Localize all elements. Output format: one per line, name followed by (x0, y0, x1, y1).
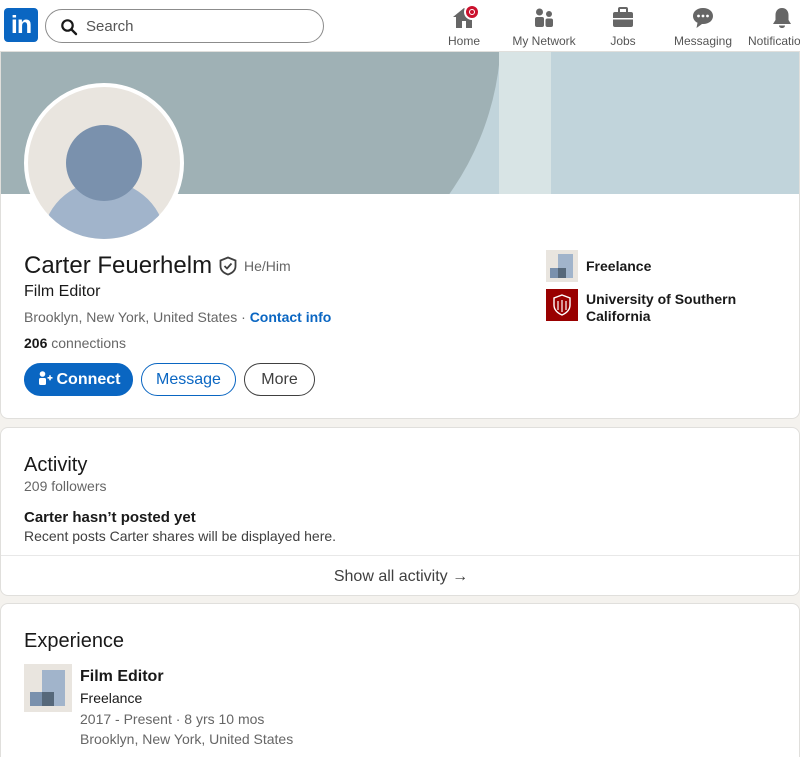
current-company-link[interactable]: Freelance (586, 258, 786, 275)
profile-location: Brooklyn, New York, United States · Cont… (24, 309, 331, 325)
usc-logo-icon (546, 289, 578, 321)
activity-card: Activity 209 followers Carter hasn’t pos… (0, 427, 800, 596)
experience-location: Brooklyn, New York, United States (80, 731, 294, 747)
connections-count[interactable]: 206 connections (24, 335, 126, 351)
profile-card: Carter Feuerhelm He/Him Film Editor Broo… (0, 52, 800, 419)
search-input[interactable] (86, 16, 306, 36)
connect-button[interactable]: Connect (24, 363, 133, 396)
education-link[interactable]: University of Southern California (586, 291, 786, 325)
bell-icon (770, 6, 794, 30)
nav-home-label: Home (447, 34, 480, 48)
experience-company-logo-icon[interactable] (24, 664, 72, 712)
experience-job-title: Film Editor (80, 668, 164, 685)
profile-avatar[interactable] (24, 83, 184, 243)
connections-label: connections (47, 335, 126, 351)
experience-card: Experience Film Editor Freelance 2017 - … (0, 603, 800, 757)
more-button[interactable]: More (244, 363, 315, 396)
nav-my-network-label: My Network (512, 34, 576, 48)
nav-messaging[interactable]: Messaging (672, 4, 734, 48)
nav-messaging-label: Messaging (673, 34, 733, 48)
nav-home[interactable]: Home (440, 4, 488, 48)
messaging-icon (691, 6, 715, 30)
contact-info-link[interactable]: Contact info (250, 309, 332, 325)
show-all-activity-button[interactable]: Show all activity → (1, 555, 799, 595)
followers-count: 209 followers (24, 478, 107, 494)
location-text: Brooklyn, New York, United States (24, 309, 238, 325)
experience-title: Experience (24, 630, 125, 652)
profile-name: Carter Feuerhelm (24, 252, 213, 279)
experience-company: Freelance (80, 690, 143, 706)
nav-jobs[interactable]: Jobs (603, 4, 643, 48)
top-nav: in Home My Network (0, 0, 800, 52)
home-icon (452, 4, 480, 30)
briefcase-icon (611, 6, 635, 30)
connect-label: Connect (56, 371, 121, 388)
nav-notifications[interactable]: Notifications (748, 4, 800, 48)
no-posts-title: Carter hasn’t posted yet (24, 509, 196, 526)
notification-badge (464, 4, 480, 20)
profile-pronouns: He/Him (244, 258, 291, 274)
search-icon (61, 19, 78, 36)
connections-number: 206 (24, 335, 48, 351)
location-separator: · (237, 309, 250, 325)
activity-title: Activity (24, 454, 88, 476)
freelance-logo-icon (546, 250, 578, 282)
message-button[interactable]: Message (141, 363, 236, 396)
add-person-icon (38, 371, 52, 385)
banner-stripe (499, 52, 551, 194)
search-bar[interactable] (45, 9, 324, 43)
no-posts-subtitle: Recent posts Carter shares will be displ… (24, 528, 337, 544)
nav-my-network[interactable]: My Network (508, 4, 580, 48)
profile-headline: Film Editor (24, 283, 101, 300)
nav-jobs-label: Jobs (610, 34, 636, 48)
experience-dates: 2017 - Present · 8 yrs 10 mos (80, 711, 265, 727)
avatar-head-shape (66, 125, 142, 201)
verified-shield-icon[interactable] (218, 256, 238, 276)
nav-notifications-label: Notifications (748, 34, 800, 48)
linkedin-logo-icon[interactable]: in (4, 8, 38, 42)
network-icon (532, 6, 556, 30)
